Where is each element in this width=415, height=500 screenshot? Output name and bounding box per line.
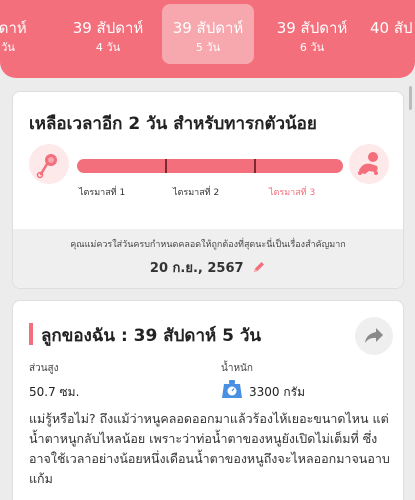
day-label: 5 วัน bbox=[195, 41, 221, 54]
countdown-title: เหลือเวลาอีก 2 วัน สำหรับทารกตัวน้อย bbox=[29, 114, 317, 134]
week-tab[interactable]: 39 สัปดาห์ 4 วัน bbox=[62, 4, 154, 64]
crawling-baby-icon bbox=[349, 144, 389, 184]
week-label: 40 สัป bbox=[370, 19, 413, 37]
share-button[interactable] bbox=[355, 317, 393, 355]
weight-label: น้ำหนัก bbox=[221, 363, 253, 374]
height-label: ส่วนสูง bbox=[29, 363, 59, 374]
scale-icon bbox=[221, 379, 243, 403]
week-tab-active[interactable]: 39 สัปดาห์ 5 วัน bbox=[162, 4, 254, 64]
week-label: 39 สัปดาห์ bbox=[276, 19, 348, 37]
due-date-note: คุณแม่ควรใส่วันครบกำหนดคลอดให้ถูกต้องที่… bbox=[70, 240, 346, 250]
progress-tick bbox=[254, 159, 256, 173]
baby-info-card: ลูกของฉัน : 39 สัปดาห์ 5 วัน ส่วนสูง 50.… bbox=[12, 300, 404, 500]
pencil-icon[interactable] bbox=[252, 260, 266, 278]
countdown-card: เหลือเวลาอีก 2 วัน สำหรับทารกตัวน้อย ไตร… bbox=[12, 91, 404, 289]
baby-title: ลูกของฉัน : 39 สัปดาห์ 5 วัน bbox=[41, 326, 262, 346]
day-label: 6 วัน bbox=[299, 41, 325, 54]
week-label: ปดาห์ bbox=[0, 19, 27, 37]
week-label: 39 สัปดาห์ bbox=[172, 19, 244, 37]
day-label: 4 วัน bbox=[95, 41, 121, 54]
did-you-know-text: แม่รู้หรือไม่? ถึงแม้ว่าหนูคลอดออกมาแล้ว… bbox=[29, 411, 390, 486]
week-tab[interactable]: 40 สัป bbox=[370, 4, 415, 64]
trimester-label-3: ไตรมาสที่ 3 bbox=[269, 188, 316, 198]
trimester-label-2: ไตรมาสที่ 2 bbox=[173, 188, 220, 198]
trimester-progress-bar bbox=[77, 159, 343, 173]
trimester-label-1: ไตรมาสที่ 1 bbox=[79, 188, 126, 198]
progress-tick bbox=[165, 159, 167, 173]
share-icon bbox=[364, 327, 384, 349]
due-date-row[interactable]: 20 ก.ย., 2567 bbox=[13, 257, 403, 278]
week-label: 39 สัปดาห์ bbox=[72, 19, 144, 37]
rattle-icon bbox=[29, 144, 69, 184]
height-value: 50.7 ซม. bbox=[29, 385, 80, 399]
day-label: วัน bbox=[1, 41, 15, 54]
accent-bar bbox=[29, 323, 33, 345]
scrollbar[interactable] bbox=[409, 86, 412, 110]
week-selector: ปดาห์ วัน 39 สัปดาห์ 4 วัน 39 สัปดาห์ 5 … bbox=[0, 0, 415, 78]
week-tab[interactable]: ปดาห์ วัน bbox=[0, 4, 36, 64]
due-date-section: คุณแม่ควรใส่วันครบกำหนดคลอดให้ถูกต้องที่… bbox=[13, 229, 403, 288]
week-tab[interactable]: 39 สัปดาห์ 6 วัน bbox=[266, 4, 358, 64]
weight-value: 3300 กรัม bbox=[249, 385, 305, 399]
due-date-value: 20 ก.ย., 2567 bbox=[149, 261, 244, 276]
